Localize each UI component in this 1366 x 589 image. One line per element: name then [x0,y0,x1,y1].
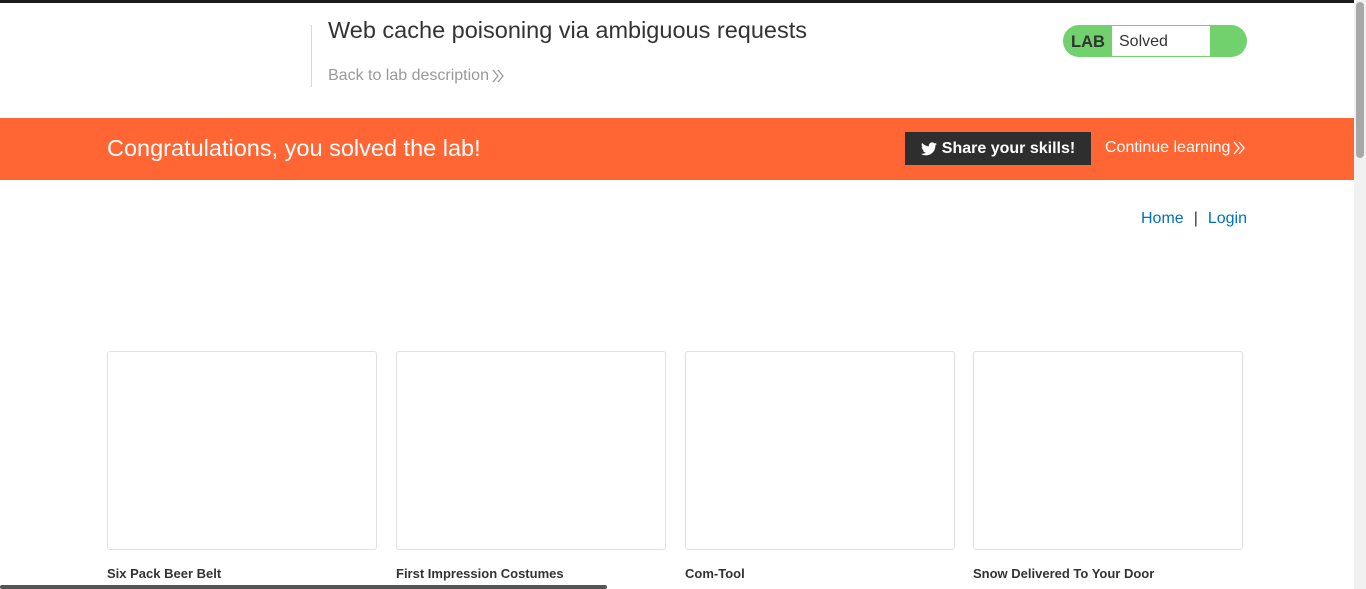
lab-status-widget: LAB Solved [1063,25,1247,57]
chevron-double-right-icon [1233,141,1246,155]
share-skills-button[interactable]: Share your skills! [905,132,1091,165]
product-name: First Impression Costumes [396,566,564,581]
chevron-double-right-icon [492,69,504,83]
nav-separator: | [1193,210,1198,227]
back-link-label: Back to lab description [328,67,489,84]
solved-banner: Congratulations, you solved the lab! Sha… [0,118,1354,180]
product-image[interactable] [107,351,377,550]
lab-header: Web cache poisoning via ambiguous reques… [0,3,1354,118]
lab-badge: LAB [1071,33,1105,51]
product-image[interactable] [973,351,1243,550]
continue-learning-link[interactable]: Continue learning [1105,139,1246,157]
back-to-lab-description-link[interactable]: Back to lab description [328,67,504,85]
vertical-scrollbar[interactable] [1354,0,1366,589]
congratulations-message: Congratulations, you solved the lab! [107,135,481,161]
product-image[interactable] [396,351,666,550]
page: Web cache poisoning via ambiguous reques… [0,0,1366,589]
horizontal-scrollbar-thumb[interactable] [0,585,607,589]
twitter-icon [920,141,937,155]
nav-login-link[interactable]: Login [1208,210,1247,228]
product-name: Snow Delivered To Your Door [973,566,1155,581]
header-divider [311,25,312,87]
lab-status-text: Solved [1112,26,1210,56]
continue-learning-label: Continue learning [1105,139,1231,156]
share-skills-label: Share your skills! [941,139,1076,157]
vertical-scrollbar-thumb[interactable] [1356,2,1364,158]
top-nav: Home | Login [1141,210,1247,228]
nav-home-link[interactable]: Home [1141,210,1184,228]
product-image[interactable] [685,351,955,550]
product-name: Com-Tool [685,566,745,581]
product-name: Six Pack Beer Belt [107,566,222,581]
lab-title: Web cache poisoning via ambiguous reques… [328,17,807,43]
